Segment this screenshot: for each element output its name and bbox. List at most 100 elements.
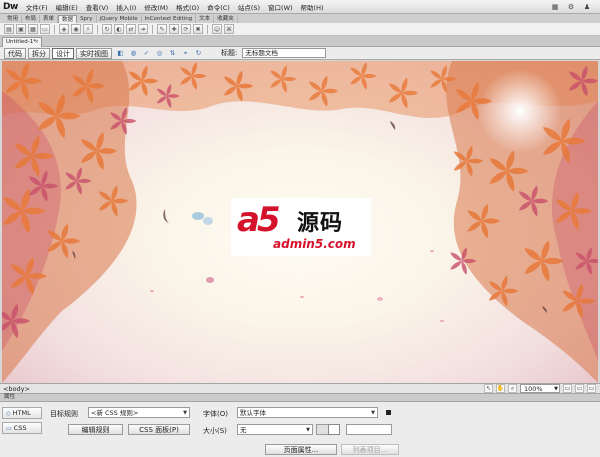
menubar: Dw 文件(F) 编辑(E) 查看(V) 插入(I) 修改(M) 格式(O) 命…	[0, 0, 600, 14]
edit-rule-button[interactable]: 编辑规则	[68, 424, 123, 435]
insert-tab-text[interactable]: 文本	[196, 15, 215, 23]
go-to-icon[interactable]: ➔	[138, 24, 148, 34]
a5-logo[interactable]: a5 源码 admin5.com	[231, 198, 371, 256]
select-tool-icon[interactable]: ↖	[484, 384, 493, 393]
target-rule-label: 目标规则	[50, 410, 78, 418]
css-icon: ▭	[6, 424, 12, 432]
document-toolbar: 代码 拆分 设计 实时视图 ◧ ◍ ✓ ◎ ⇅ ⌖ ↻ 标题: 无标题文档	[0, 47, 600, 60]
window-size-icon[interactable]: ▭	[587, 384, 596, 393]
delete-record-icon[interactable]: ✖	[193, 24, 203, 34]
separator	[97, 24, 98, 34]
spry-data-icon[interactable]: ▣	[16, 24, 26, 34]
html-icon: ◇	[6, 409, 11, 417]
list-item-button[interactable]: 列表项目...	[341, 444, 399, 455]
chevron-down-icon: ▼	[554, 386, 558, 392]
xslt-icon[interactable]: ⌘	[224, 24, 234, 34]
window-size-icon[interactable]: ▭	[563, 384, 572, 393]
form-icon[interactable]: ▭	[40, 24, 50, 34]
html-mode-button[interactable]: ◇ HTML	[2, 407, 42, 419]
paging-icon[interactable]: ⇄	[126, 24, 136, 34]
insert-tab-favorites[interactable]: 收藏夹	[214, 15, 238, 23]
css-panel-button[interactable]: CSS 面板(P)	[128, 424, 190, 435]
insert-tab-jquery-mobile[interactable]: jQuery Mobile	[97, 15, 142, 23]
inspect-icon[interactable]: ⌖	[181, 49, 190, 58]
menu-help[interactable]: 帮助(H)	[297, 2, 328, 12]
menu-window[interactable]: 窗口(W)	[264, 2, 297, 12]
show-region-icon[interactable]: ◐	[114, 24, 124, 34]
display-record-icon[interactable]: ✎	[157, 24, 167, 34]
logo-url-text: admin5.com	[273, 237, 356, 251]
zoom-tool-icon[interactable]: ⌕	[508, 384, 517, 393]
split-view-button[interactable]: 拆分	[28, 47, 50, 59]
gear-icon[interactable]: ⚙	[566, 3, 576, 11]
repeat-region-icon[interactable]: ↻	[102, 24, 112, 34]
font-value: 默认字体	[240, 409, 266, 417]
size-value: 无	[240, 426, 247, 434]
size-select[interactable]: 无 ▼	[237, 424, 313, 435]
page-properties-button[interactable]: 页面属性...	[265, 444, 337, 455]
separator	[152, 24, 153, 34]
update-record-icon[interactable]: ⟳	[181, 24, 191, 34]
separator	[54, 24, 55, 34]
html-label: HTML	[12, 408, 31, 417]
user-icon[interactable]: ♟	[582, 3, 592, 11]
zoom-select[interactable]: 100% ▼	[520, 384, 560, 393]
check-browser-icon[interactable]: ✓	[142, 49, 151, 58]
preview-browser-icon[interactable]: ◍	[129, 49, 138, 58]
menu-site[interactable]: 站点(S)	[234, 2, 264, 12]
user-auth-icon[interactable]: ☺	[212, 24, 222, 34]
dw-logo: Dw	[3, 1, 18, 12]
css-mode-button[interactable]: ▭ CSS	[2, 422, 42, 434]
live-view-button[interactable]: 实时视图	[76, 47, 112, 59]
code-view-button[interactable]: 代码	[4, 47, 26, 59]
menu-view[interactable]: 查看(V)	[82, 2, 113, 12]
css-label: CSS	[13, 423, 27, 432]
import-data-icon[interactable]: ▤	[4, 24, 14, 34]
design-canvas[interactable]: a5 源码 admin5.com	[2, 61, 598, 383]
document-tab-label: Untitled-1*	[6, 39, 36, 45]
insert-tab-spry[interactable]: Spry	[77, 15, 97, 23]
properties-header[interactable]: 属性	[0, 394, 600, 402]
color-swatch[interactable]	[328, 424, 340, 435]
target-rule-select[interactable]: <新 CSS 规则> ▼	[88, 407, 190, 418]
status-bar: <body> ↖ ✋ ⌕ 100% ▼ ▭ ▭ ▭	[0, 383, 600, 394]
insert-tab-common[interactable]: 常用	[4, 15, 23, 23]
color-input[interactable]	[346, 424, 392, 435]
window-size-icon[interactable]: ▭	[575, 384, 584, 393]
visual-aids-icon[interactable]: ◎	[155, 49, 164, 58]
hand-tool-icon[interactable]: ✋	[496, 384, 505, 393]
menu-file[interactable]: 文件(F)	[22, 2, 52, 12]
logo-a5-text: a5	[237, 200, 281, 240]
recordset-icon[interactable]: ◈	[59, 24, 69, 34]
design-view-button[interactable]: 设计	[52, 47, 74, 59]
bold-icon[interactable]	[386, 410, 391, 415]
properties-panel: ◇ HTML ▭ CSS 目标规则 <新 CSS 规则> ▼ 编辑规则 CSS …	[0, 402, 600, 457]
title-input[interactable]: 无标题文档	[242, 48, 327, 58]
refresh-icon[interactable]: ↻	[194, 49, 203, 58]
document-tab[interactable]: Untitled-1* ×	[2, 37, 42, 47]
file-management-icon[interactable]: ⇅	[168, 49, 177, 58]
menu-format[interactable]: 格式(O)	[172, 2, 203, 12]
layout-icon[interactable]: ▦	[550, 3, 560, 11]
insert-tab-incontext[interactable]: InContext Editing	[142, 15, 197, 23]
title-label: 标题:	[221, 49, 238, 57]
insert-record-icon[interactable]: ✚	[169, 24, 179, 34]
stored-procedure-icon[interactable]: ◉	[71, 24, 81, 34]
menu-insert[interactable]: 插入(I)	[112, 2, 140, 12]
target-rule-value: <新 CSS 规则>	[91, 409, 139, 417]
menu-modify[interactable]: 修改(M)	[140, 2, 172, 12]
close-icon[interactable]: ×	[34, 38, 39, 47]
document-tabbar: Untitled-1* ×	[0, 36, 600, 47]
insert-toolbar: ▤ ▣ ▦ ▭ ◈ ◉ ⚡ ↻ ◐ ⇄ ➔ ✎ ✚ ⟳ ✖ ☺ ⌘	[0, 23, 600, 36]
table-icon[interactable]: ▦	[28, 24, 38, 34]
multiscreen-icon[interactable]: ◧	[116, 49, 125, 58]
dynamic-data-icon[interactable]: ⚡	[83, 24, 93, 34]
insert-tab-data[interactable]: 数据	[58, 15, 78, 23]
insert-tab-forms[interactable]: 表单	[40, 15, 59, 23]
menu-edit[interactable]: 编辑(E)	[52, 2, 82, 12]
menu-commands[interactable]: 命令(C)	[203, 2, 234, 12]
tag-selector[interactable]: <body>	[0, 385, 30, 393]
insert-tab-layout[interactable]: 布局	[22, 15, 41, 23]
font-select[interactable]: 默认字体 ▼	[237, 407, 378, 418]
size-label: 大小(S)	[203, 427, 227, 435]
